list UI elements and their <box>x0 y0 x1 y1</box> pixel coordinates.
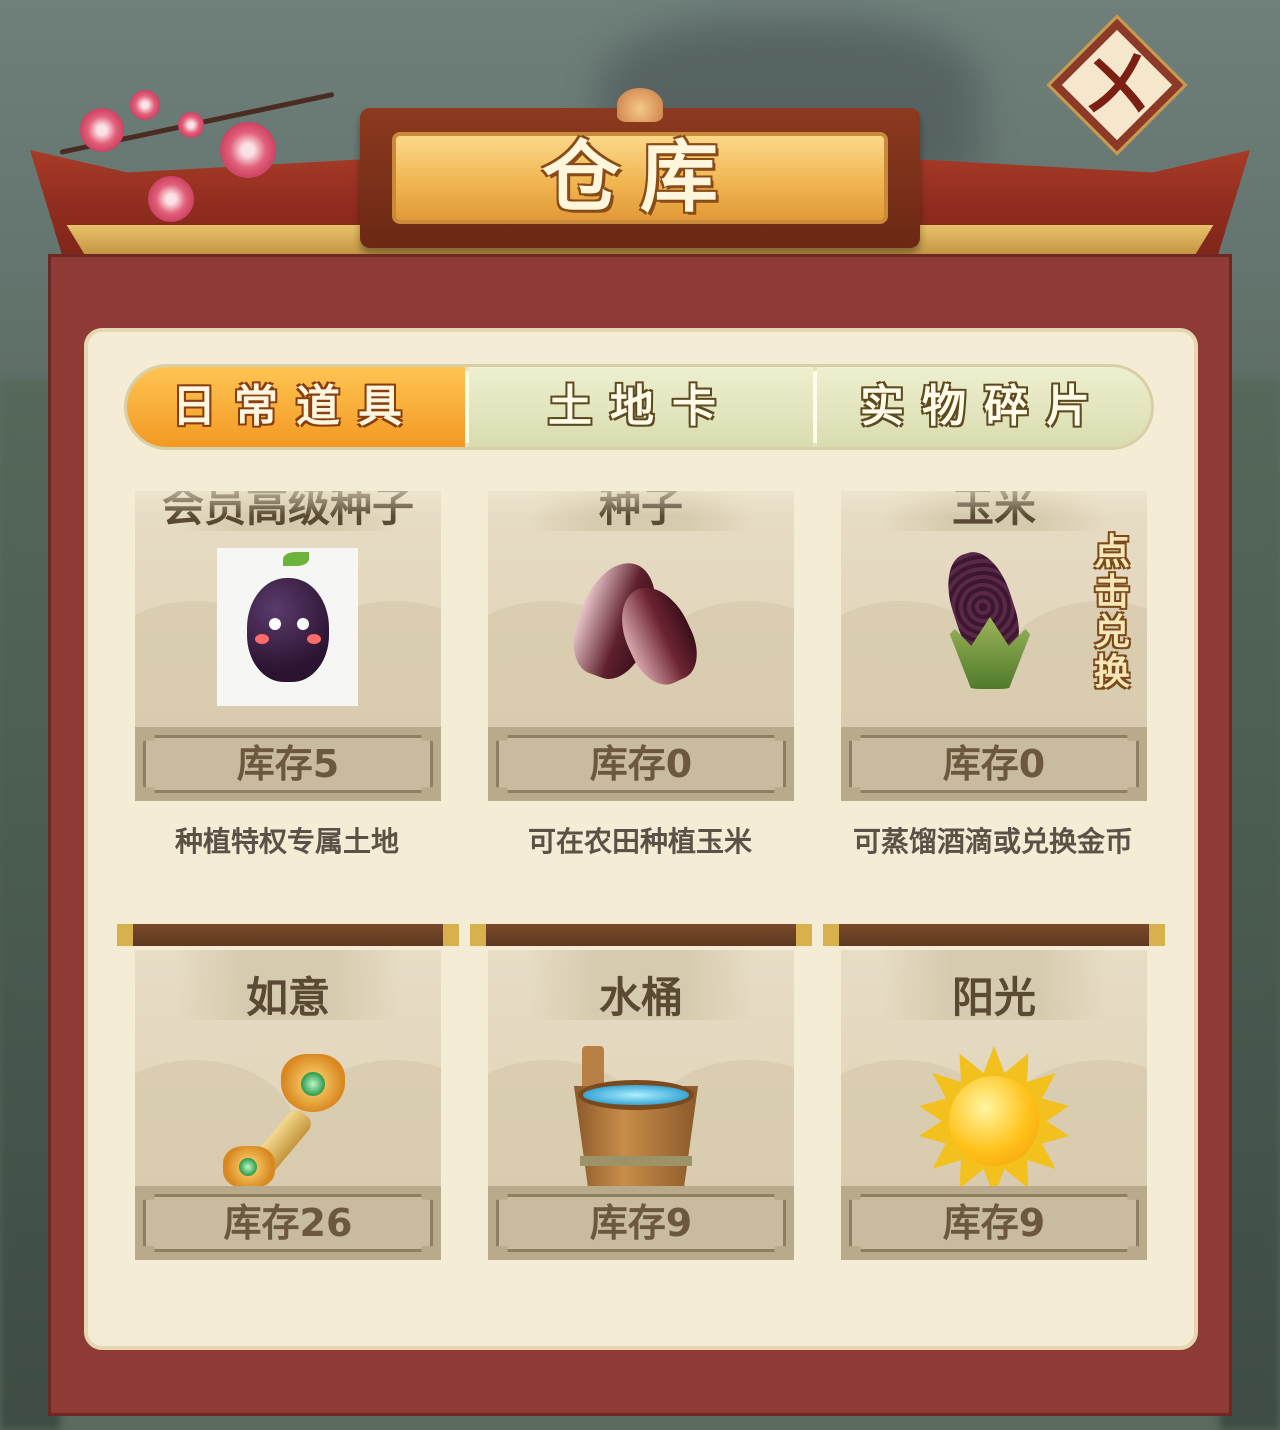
tab-land-cards[interactable]: 土地卡 <box>469 367 813 447</box>
exchange-button[interactable]: 点击兑换 <box>1090 532 1134 692</box>
page-title: 仓库 <box>541 132 738 223</box>
stock-count: 库存0 <box>589 742 693 786</box>
cheek <box>307 634 321 644</box>
close-icon: ㄨ <box>1082 43 1152 126</box>
card-rail <box>823 924 1165 946</box>
item-description: 种植特权专属土地 <box>174 825 399 858</box>
stock-count: 库存9 <box>589 1201 693 1245</box>
stock-count: 库存26 <box>223 1201 353 1245</box>
eggplant-body <box>247 578 329 682</box>
stock-count: 库存0 <box>942 742 1046 786</box>
plum-blossom-icon <box>178 112 204 138</box>
stock-count: 库存5 <box>236 742 340 786</box>
close-button[interactable]: ㄨ <box>1050 18 1184 152</box>
seed-icon <box>561 552 709 697</box>
ruyi-icon <box>219 1054 359 1204</box>
item-card-sunlight[interactable]: 阳光 库存9 <box>823 924 1165 1260</box>
cheek <box>255 634 269 644</box>
plum-blossom-icon <box>220 122 276 178</box>
eye <box>269 618 281 630</box>
plum-blossom-icon <box>148 176 194 222</box>
card-rail <box>470 924 812 946</box>
item-name: 玉米 <box>951 491 1036 531</box>
corn-husk <box>943 617 1037 689</box>
bucket-water <box>578 1080 694 1110</box>
ruyi-gem <box>301 1072 325 1096</box>
card-background: 如意 库存26 <box>135 950 441 1260</box>
card-background: 会员高级种子 库存5 <box>135 491 441 801</box>
eye <box>297 618 309 630</box>
sun-core <box>949 1076 1039 1166</box>
bucket-band <box>580 1156 692 1166</box>
eggplant-seed-icon <box>217 548 358 706</box>
bucket-icon <box>570 1046 710 1206</box>
item-name: 种子 <box>598 491 683 531</box>
item-description: 可蒸馏酒滴或兑换金币 <box>852 825 1133 858</box>
item-card-member-seed[interactable]: 会员高级种子 库存5 <box>135 491 441 801</box>
tab-daily-items[interactable]: 日常道具 <box>127 367 465 447</box>
card-background: 阳光 库存9 <box>841 950 1147 1260</box>
corn-icon <box>933 544 1051 697</box>
item-card-ruyi[interactable]: 如意 库存26 <box>117 924 459 1260</box>
plum-blossom-icon <box>130 90 160 120</box>
item-name: 阳光 <box>951 973 1036 1022</box>
ruyi-gem <box>239 1158 257 1176</box>
item-description: 可在农田种植玉米 <box>527 825 752 858</box>
sun-icon <box>919 1046 1069 1196</box>
item-card-bucket[interactable]: 水桶 库存9 <box>470 924 812 1260</box>
item-name: 如意 <box>245 973 330 1022</box>
card-rail <box>117 924 459 946</box>
tab-physical-fragments[interactable]: 实物碎片 <box>817 367 1151 447</box>
card-background: 种子 库存0 <box>488 491 794 801</box>
title-knob <box>617 88 663 122</box>
leaf-icon <box>283 552 309 566</box>
item-name: 会员高级种子 <box>161 491 414 531</box>
category-tabs: 日常道具 土地卡 实物碎片 <box>124 364 1154 450</box>
stock-count: 库存9 <box>942 1201 1046 1245</box>
item-card-seed[interactable]: 种子 库存0 <box>488 491 794 801</box>
card-background: 水桶 库存9 <box>488 950 794 1260</box>
plum-blossom-icon <box>80 108 124 152</box>
item-name: 水桶 <box>598 973 683 1022</box>
